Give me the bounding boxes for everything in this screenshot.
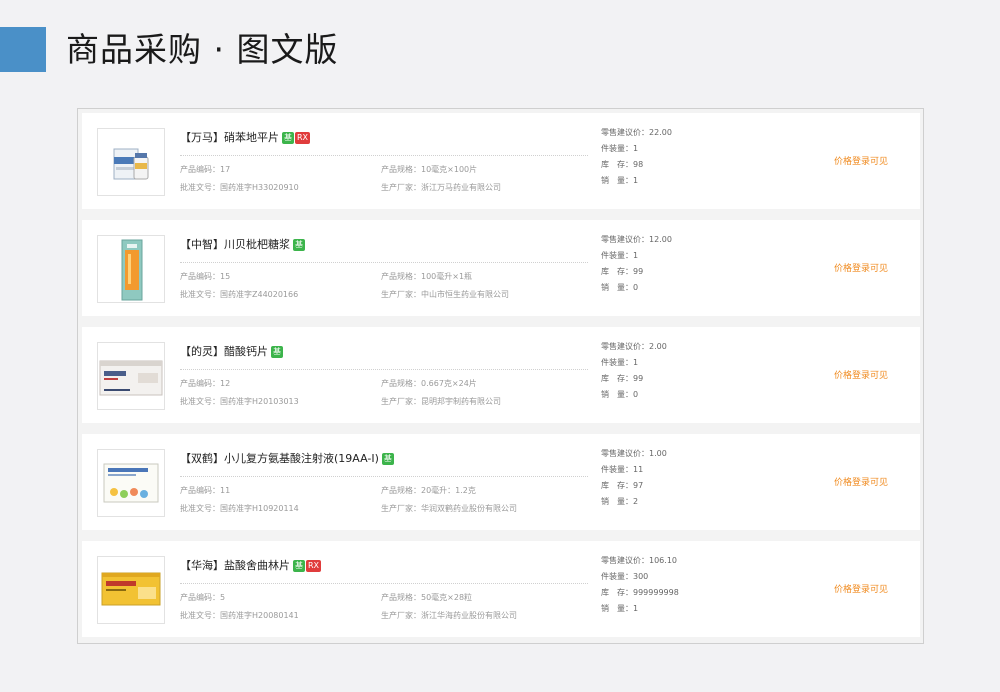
product-image[interactable]: [97, 342, 165, 410]
pack-quantity: 件装量：1: [601, 251, 639, 260]
product-name-line[interactable]: 【中智】川贝枇杷糖浆基: [180, 236, 305, 254]
product-approval: 批准文号：国药准字H10920114: [180, 504, 299, 513]
product-name-line[interactable]: 【双鹤】小儿复方氨基酸注射液(19AA-Ⅰ) 基: [180, 450, 394, 468]
product-name-line[interactable]: 【的灵】醋酸钙片基: [180, 343, 283, 361]
essential-drug-badge: 基: [381, 453, 394, 465]
sales: 销 量：2: [601, 497, 639, 506]
product-row[interactable]: 【华海】盐酸舍曲林片基 RX 产品编码：5 批准文号：国药准字H20080141 …: [82, 541, 920, 637]
product-code: 产品编码：12: [180, 379, 231, 388]
product-spec: 产品规格：100毫升×1瓶: [381, 272, 473, 281]
product-name-line[interactable]: 【万马】硝苯地平片基 RX: [180, 129, 311, 147]
product-brand[interactable]: 【双鹤】: [180, 452, 224, 465]
product-row[interactable]: 【万马】硝苯地平片基 RX 产品编码：17 批准文号：国药准字H33020910 …: [82, 113, 920, 209]
product-code: 产品编码：17: [180, 165, 231, 174]
divider: [180, 155, 588, 156]
product-name[interactable]: 川贝枇杷糖浆: [224, 238, 290, 251]
product-row[interactable]: 【的灵】醋酸钙片基 产品编码：12 批准文号：国药准字H20103013 产品规…: [82, 327, 920, 423]
essential-drug-badge: 基: [293, 239, 305, 251]
tablet-box-icon: [99, 360, 163, 396]
stock: 库 存：99: [601, 267, 644, 276]
product-brand[interactable]: 【华海】: [180, 559, 224, 572]
product-code: 产品编码：11: [180, 486, 231, 495]
sales: 销 量：0: [601, 283, 639, 292]
page-header: 商品采购 · 图文版: [0, 27, 1000, 72]
login-to-see-price-link[interactable]: 价格登录可见: [834, 263, 888, 275]
product-spec: 产品规格：20毫升：1.2克: [381, 486, 476, 495]
login-to-see-price-link[interactable]: 价格登录可见: [834, 477, 888, 489]
product-row[interactable]: 【中智】川贝枇杷糖浆基 产品编码：15 批准文号：国药准字Z44020166 产…: [82, 220, 920, 316]
pack-quantity: 件装量：11: [601, 465, 644, 474]
product-brand[interactable]: 【中智】: [180, 238, 224, 251]
product-approval: 批准文号：国药准字H33020910: [180, 183, 299, 192]
prescription-badge: RX: [306, 560, 322, 572]
divider: [180, 476, 588, 477]
divider: [180, 369, 588, 370]
sales: 销 量：0: [601, 390, 639, 399]
yellow-medicine-box-icon: [101, 572, 161, 606]
essential-drug-badge: 基: [271, 346, 283, 358]
product-name-line[interactable]: 【华海】盐酸舍曲林片基 RX: [180, 557, 322, 575]
essential-drug-badge: 基: [293, 560, 305, 572]
product-maker: 生产厂家：浙江万马药业有限公司: [381, 183, 501, 192]
product-approval: 批准文号：国药准字Z44020166: [180, 290, 299, 299]
pack-quantity: 件装量：1: [601, 144, 639, 153]
syrup-box-icon: [121, 239, 143, 301]
product-brand[interactable]: 【的灵】: [180, 345, 224, 358]
product-image[interactable]: [97, 128, 165, 196]
retail-price: 零售建议价：22.00: [601, 128, 672, 137]
page-title: 商品采购 · 图文版: [66, 30, 339, 69]
stock: 库 存：99: [601, 374, 644, 383]
stock: 库 存：98: [601, 160, 644, 169]
stock: 库 存：999999998: [601, 588, 679, 597]
retail-price: 零售建议价：1.00: [601, 449, 667, 458]
divider: [180, 583, 588, 584]
header-accent-bar: [0, 27, 46, 72]
product-maker: 生产厂家：中山市恒生药业有限公司: [381, 290, 509, 299]
product-spec: 产品规格：0.667克×24片: [381, 379, 477, 388]
sales: 销 量：1: [601, 604, 639, 613]
pill-bottle-box-icon: [113, 148, 149, 180]
stock: 库 存：97: [601, 481, 644, 490]
retail-price: 零售建议价：106.10: [601, 556, 677, 565]
product-image[interactable]: [97, 449, 165, 517]
pack-quantity: 件装量：300: [601, 572, 649, 581]
product-approval: 批准文号：国药准字H20103013: [180, 397, 299, 406]
divider: [180, 262, 588, 263]
pack-quantity: 件装量：1: [601, 358, 639, 367]
prescription-badge: RX: [295, 132, 311, 144]
product-code: 产品编码：15: [180, 272, 231, 281]
product-maker: 生产厂家：浙江华海药业股份有限公司: [381, 611, 517, 620]
product-name[interactable]: 硝苯地平片: [224, 131, 279, 144]
product-brand[interactable]: 【万马】: [180, 131, 224, 144]
login-to-see-price-link[interactable]: 价格登录可见: [834, 156, 888, 168]
sales: 销 量：1: [601, 176, 639, 185]
product-code: 产品编码：5: [180, 593, 226, 602]
product-approval: 批准文号：国药准字H20080141: [180, 611, 299, 620]
product-maker: 生产厂家：昆明邦宇制药有限公司: [381, 397, 501, 406]
essential-drug-badge: 基: [282, 132, 294, 144]
product-maker: 生产厂家：华润双鹤药业股份有限公司: [381, 504, 517, 513]
product-spec: 产品规格：10毫克×100片: [381, 165, 478, 174]
product-row[interactable]: 【双鹤】小儿复方氨基酸注射液(19AA-Ⅰ) 基 产品编码：11 批准文号：国药准…: [82, 434, 920, 530]
product-name[interactable]: 盐酸舍曲林片: [224, 559, 290, 572]
product-spec: 产品规格：50毫克×28粒: [381, 593, 473, 602]
product-name[interactable]: 小儿复方氨基酸注射液(19AA-Ⅰ): [224, 452, 379, 465]
login-to-see-price-link[interactable]: 价格登录可见: [834, 370, 888, 382]
retail-price: 零售建议价：2.00: [601, 342, 667, 351]
product-image[interactable]: [97, 556, 165, 624]
injection-box-icon: [103, 463, 159, 503]
retail-price: 零售建议价：12.00: [601, 235, 672, 244]
product-image[interactable]: [97, 235, 165, 303]
login-to-see-price-link[interactable]: 价格登录可见: [834, 584, 888, 596]
product-name[interactable]: 醋酸钙片: [224, 345, 268, 358]
product-list: 【万马】硝苯地平片基 RX 产品编码：17 批准文号：国药准字H33020910 …: [77, 108, 924, 644]
